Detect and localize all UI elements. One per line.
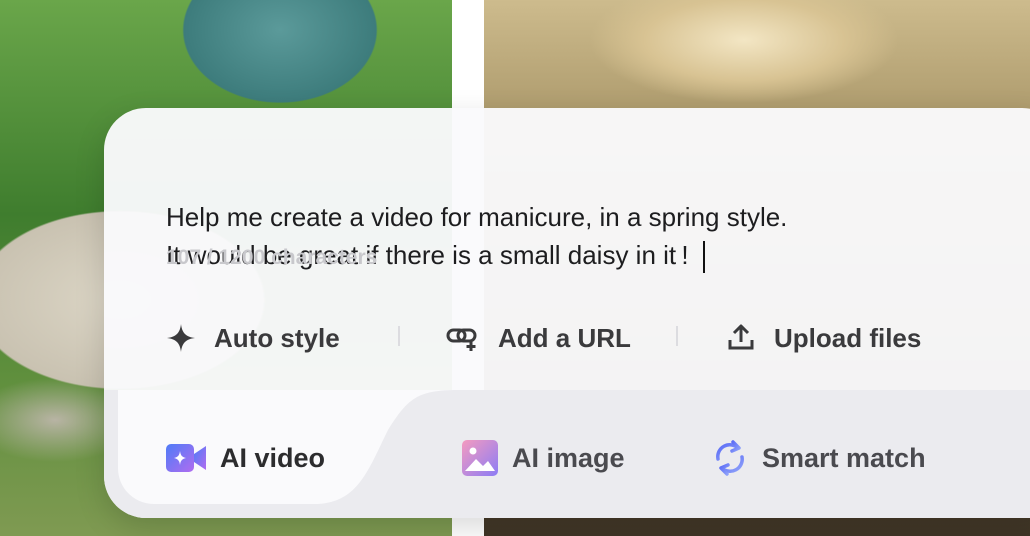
add-url-button[interactable]: Add a URL [446, 318, 631, 358]
sparkle-icon [166, 323, 196, 353]
sync-icon [712, 439, 748, 477]
tab-smart-match[interactable]: Smart match [712, 436, 926, 480]
text-caret [702, 241, 705, 274]
character-counter: 107 / 1200 characters [166, 246, 378, 269]
image-icon [462, 440, 498, 476]
tab-ai-video[interactable]: AI video [166, 436, 325, 480]
link-icon [446, 323, 480, 353]
auto-style-label: Auto style [214, 322, 340, 353]
upload-files-label: Upload files [774, 322, 922, 353]
add-url-label: Add a URL [498, 322, 631, 353]
auto-style-button[interactable]: Auto style [166, 318, 340, 358]
video-camera-icon [166, 441, 206, 475]
tab-ai-video-label: AI video [220, 442, 326, 473]
tool-divider [676, 326, 678, 346]
upload-icon [726, 323, 756, 353]
tool-divider [398, 326, 400, 346]
tab-ai-image-label: AI image [512, 442, 625, 473]
upload-files-button[interactable]: Upload files [726, 318, 921, 358]
tab-ai-image[interactable]: AI image [462, 436, 625, 480]
tab-smart-match-label: Smart match [762, 442, 926, 473]
